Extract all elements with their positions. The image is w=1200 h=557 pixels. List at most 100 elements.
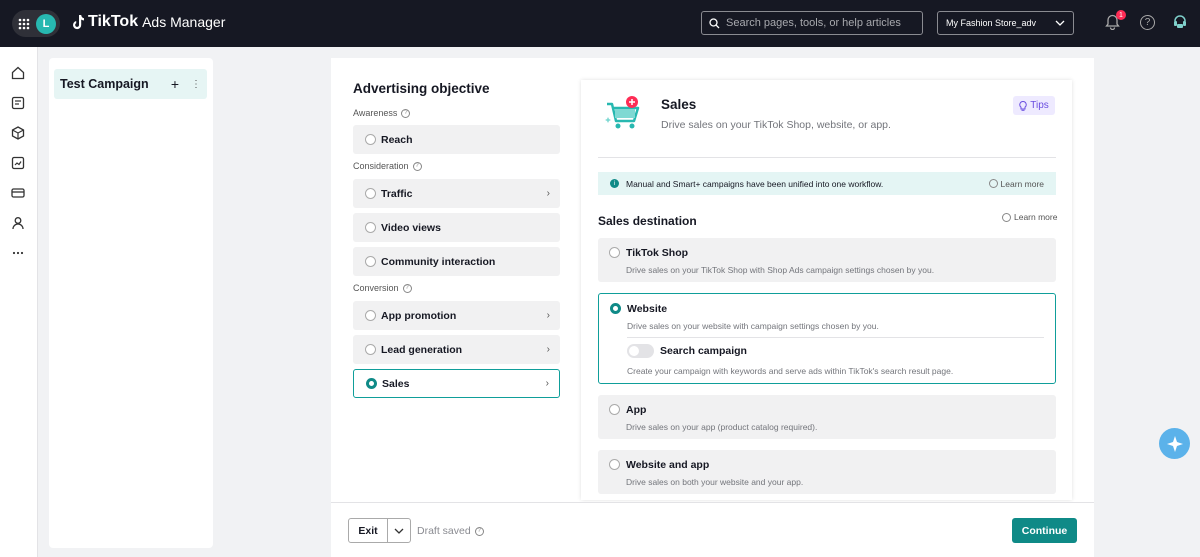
detail-subtitle: Drive sales on your TikTok Shop, website… — [661, 119, 891, 131]
objective-traffic[interactable]: Traffic › — [353, 179, 560, 208]
campaign-icon[interactable] — [11, 96, 25, 110]
section-label: Awareness — [353, 108, 398, 118]
analytics-icon[interactable] — [11, 156, 25, 170]
shopping-cart-icon — [605, 96, 640, 129]
learn-more-label: Learn more — [1014, 212, 1058, 222]
tiktok-logo[interactable]: TikTok Ads Manager — [72, 13, 225, 31]
question-icon[interactable]: ? — [412, 161, 422, 171]
section-consideration: Consideration? — [353, 161, 422, 171]
avatar[interactable]: L — [36, 13, 56, 34]
section-label: Consideration — [353, 161, 409, 171]
objective-video-views[interactable]: Video views — [353, 213, 560, 242]
radio-icon[interactable] — [609, 404, 620, 415]
draft-label: Draft saved — [417, 525, 471, 537]
sparkle-icon — [1166, 435, 1183, 452]
top-bar: L TikTok Ads Manager Search pages, tools… — [0, 0, 1200, 47]
destination-website[interactable]: Website Drive sales on your website with… — [598, 293, 1056, 384]
destination-label: Website — [627, 303, 668, 315]
radio-icon[interactable] — [365, 134, 376, 145]
divider — [598, 157, 1056, 158]
home-icon[interactable] — [11, 66, 25, 80]
chevron-right-icon: › — [546, 344, 550, 355]
user-icon[interactable] — [11, 216, 25, 230]
service-desk-icon[interactable] — [1172, 14, 1188, 30]
apps-menu-button[interactable]: L — [12, 10, 60, 37]
info-icon: i — [610, 179, 619, 188]
search-placeholder: Search pages, tools, or help articles — [726, 17, 901, 29]
ai-assistant-button[interactable] — [1159, 428, 1190, 459]
billing-icon[interactable] — [11, 186, 25, 200]
destination-desc: Drive sales on your TikTok Shop with Sho… — [626, 265, 935, 275]
option-label: Lead generation — [381, 343, 463, 356]
search-icon — [709, 17, 720, 28]
account-name: My Fashion Store_adv — [946, 18, 1037, 28]
learn-more-link[interactable]: Learn more — [988, 178, 1044, 189]
notification-badge: 1 — [1116, 10, 1126, 20]
logo-product: Ads Manager — [142, 14, 226, 30]
grid-icon — [18, 18, 30, 29]
radio-icon[interactable] — [365, 344, 376, 355]
question-icon[interactable]: ? — [401, 108, 411, 118]
account-selector[interactable]: My Fashion Store_adv — [937, 11, 1074, 35]
divider — [627, 337, 1044, 338]
search-campaign-toggle[interactable] — [627, 344, 654, 358]
objective-sales[interactable]: Sales › — [353, 369, 560, 398]
logo-brand: TikTok — [88, 13, 139, 30]
info-banner: i Manual and Smart+ campaigns have been … — [598, 172, 1056, 195]
option-label: Video views — [381, 221, 441, 234]
exit-dropdown[interactable] — [388, 519, 410, 542]
chevron-down-icon — [394, 528, 404, 534]
info-icon[interactable]: ? — [474, 526, 484, 536]
search-campaign-desc: Create your campaign with keywords and s… — [627, 366, 954, 376]
objective-title: Advertising objective — [353, 81, 490, 96]
destination-tiktok-shop[interactable]: TikTok Shop Drive sales on your TikTok S… — [598, 238, 1056, 282]
help-icon[interactable]: ? — [1140, 15, 1155, 30]
add-icon[interactable]: + — [171, 76, 179, 92]
more-vertical-icon[interactable]: ⋮ — [191, 79, 201, 90]
draft-status: Draft saved? — [417, 525, 484, 537]
tiktok-note-icon — [73, 14, 84, 29]
destination-website-and-app[interactable]: Website and app Drive sales on both your… — [598, 450, 1056, 494]
left-nav — [0, 47, 38, 557]
section-conversion: Conversion? — [353, 283, 412, 293]
campaign-name: Test Campaign — [60, 77, 149, 91]
tips-button[interactable]: Tips — [1013, 96, 1055, 115]
continue-button[interactable]: Continue — [1012, 518, 1077, 543]
chevron-right-icon: › — [546, 310, 550, 321]
objective-app-promotion[interactable]: App promotion › — [353, 301, 560, 330]
objective-community-interaction[interactable]: Community interaction — [353, 247, 560, 276]
radio-icon[interactable] — [609, 459, 620, 470]
clock-icon — [1002, 212, 1011, 222]
section-awareness: Awareness? — [353, 108, 411, 118]
option-label: App promotion — [381, 309, 457, 322]
question-icon[interactable]: ? — [402, 283, 412, 293]
destination-label: TikTok Shop — [626, 247, 689, 259]
chevron-right-icon: › — [546, 188, 550, 199]
radio-selected-icon[interactable] — [366, 378, 377, 389]
objective-lead-generation[interactable]: Lead generation › — [353, 335, 560, 364]
learn-more-link[interactable]: Learn more — [1002, 212, 1057, 222]
learn-more-label: Learn more — [1000, 178, 1044, 189]
exit-button[interactable]: Exit — [349, 519, 388, 542]
destination-desc: Drive sales on your app (product catalog… — [626, 422, 818, 432]
search-input[interactable]: Search pages, tools, or help articles — [701, 11, 923, 35]
destination-label: Website and app — [626, 459, 710, 471]
objective-reach[interactable]: Reach — [353, 125, 560, 154]
radio-selected-icon[interactable] — [610, 303, 621, 314]
campaign-panel: Test Campaign + ⋮ — [49, 58, 213, 548]
radio-icon[interactable] — [365, 256, 376, 267]
campaign-tree-item[interactable]: Test Campaign + ⋮ — [54, 69, 207, 99]
radio-icon[interactable] — [365, 222, 376, 233]
destination-label: App — [626, 404, 647, 416]
radio-icon[interactable] — [365, 310, 376, 321]
chevron-right-icon: › — [545, 378, 549, 389]
more-icon[interactable] — [11, 246, 25, 260]
radio-icon[interactable] — [609, 247, 620, 258]
sales-destination-title: Sales destination — [598, 214, 697, 228]
section-label: Conversion — [353, 283, 399, 293]
assets-icon[interactable] — [11, 126, 25, 140]
destination-desc: Drive sales on your website with campaig… — [627, 321, 879, 331]
radio-icon[interactable] — [365, 188, 376, 199]
tips-label: Tips — [1030, 100, 1049, 111]
destination-app[interactable]: App Drive sales on your app (product cat… — [598, 395, 1056, 439]
